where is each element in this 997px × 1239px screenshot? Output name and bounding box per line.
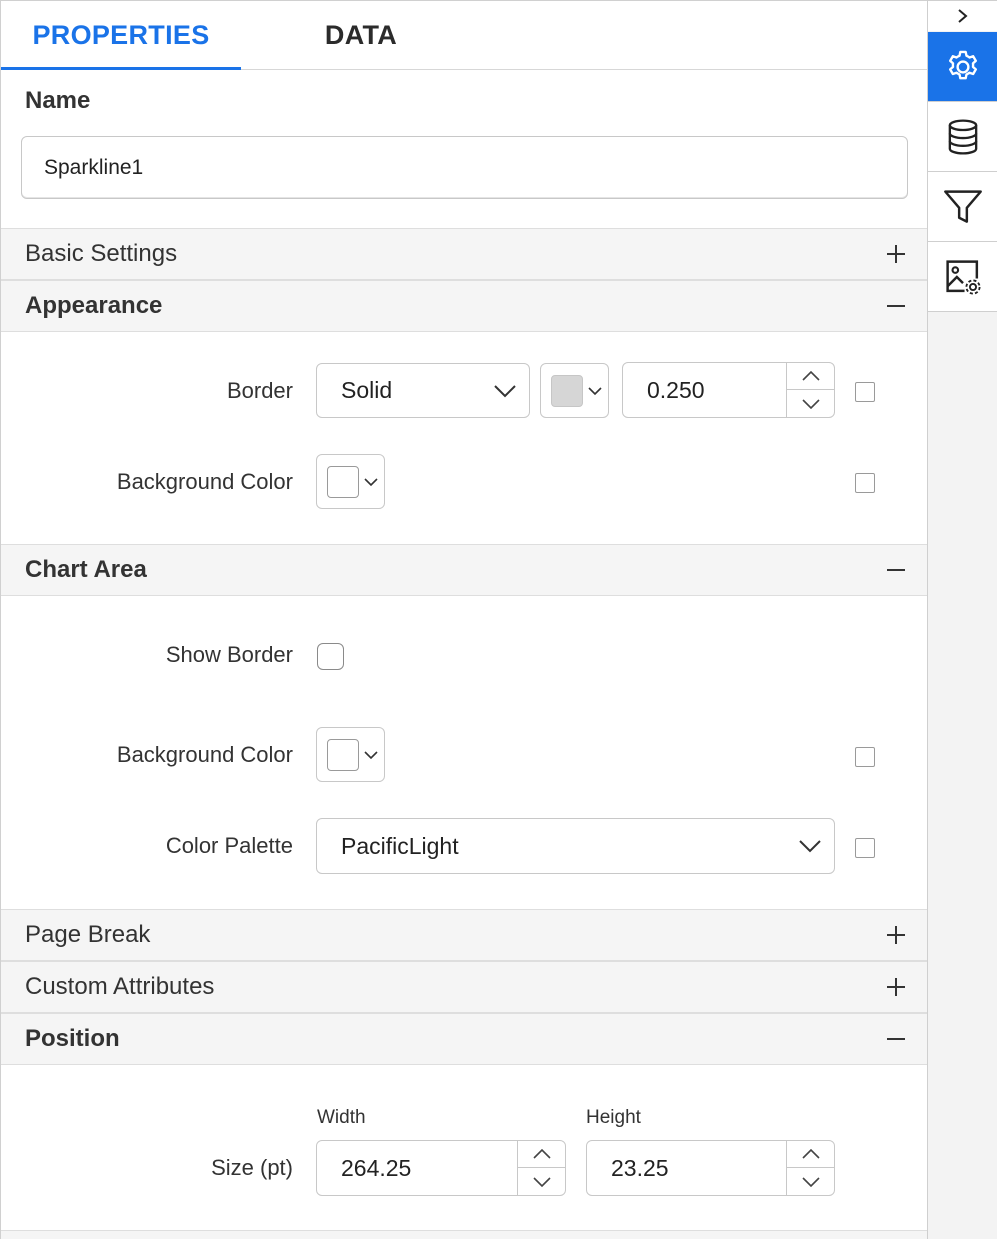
chevron-down-icon [799, 840, 821, 853]
filter-rail-button[interactable] [928, 172, 997, 242]
spin-down-button[interactable] [787, 1168, 834, 1195]
border-override-checkbox[interactable] [855, 382, 875, 402]
width-value: 264.25 [341, 1154, 412, 1181]
image-settings-icon [946, 259, 981, 295]
side-toolbar [927, 0, 997, 1239]
background-color-swatch [327, 466, 359, 498]
border-color-swatch [551, 375, 583, 407]
spin-down-button[interactable] [787, 390, 834, 417]
border-style-value: Solid [341, 377, 393, 403]
plus-icon[interactable] [886, 925, 906, 945]
chart-background-override-checkbox[interactable] [855, 747, 875, 767]
chevron-up-icon [801, 1149, 820, 1159]
minus-icon[interactable] [886, 296, 906, 316]
properties-rail-button[interactable] [928, 32, 997, 102]
tab-data[interactable]: DATA [241, 1, 481, 69]
chart-background-swatch [327, 739, 359, 771]
background-color-picker[interactable] [316, 454, 385, 509]
section-position[interactable]: Position [1, 1013, 927, 1065]
spin-up-button[interactable] [787, 363, 834, 390]
width-spinner [517, 1141, 565, 1195]
chevron-right-icon [958, 9, 968, 23]
spin-up-button[interactable] [787, 1141, 834, 1168]
background-override-checkbox[interactable] [855, 473, 875, 493]
border-width-value: 0.250 [647, 376, 705, 403]
data-rail-button[interactable] [928, 102, 997, 172]
chart-background-label: Background Color [116, 742, 293, 767]
color-palette-label: Color Palette [165, 833, 293, 858]
section-divider [1, 1230, 927, 1239]
height-input[interactable]: 23.25 [586, 1140, 835, 1196]
section-title: Appearance [25, 292, 163, 319]
width-caption: Width [317, 1107, 366, 1128]
name-label: Name [25, 87, 91, 114]
chevron-down-icon [364, 751, 378, 760]
height-value: 23.25 [611, 1154, 669, 1181]
filter-icon [944, 189, 982, 223]
color-palette-override-checkbox[interactable] [855, 838, 875, 858]
background-color-label: Background Color [116, 469, 293, 494]
chevron-down-icon [532, 1176, 551, 1187]
section-custom-attributes[interactable]: Custom Attributes [1, 961, 927, 1013]
chevron-down-icon [588, 387, 602, 396]
section-appearance[interactable]: Appearance [1, 280, 927, 332]
section-title: Position [25, 1025, 120, 1052]
chevron-down-icon [801, 398, 820, 409]
section-title: Page Break [25, 921, 151, 948]
border-width-input[interactable]: 0.250 [622, 362, 835, 418]
minus-icon[interactable] [886, 1029, 906, 1049]
show-border-label: Show Border [165, 642, 293, 667]
chevron-down-icon [494, 384, 516, 397]
section-chart-area[interactable]: Chart Area [1, 544, 927, 596]
section-title: Custom Attributes [25, 973, 215, 1000]
border-width-spinner [786, 363, 834, 417]
name-input[interactable]: Sparkline1 [21, 136, 908, 199]
border-color-picker[interactable] [540, 363, 609, 418]
chevron-up-icon [801, 371, 820, 381]
plus-icon[interactable] [886, 244, 906, 264]
tab-properties[interactable]: PROPERTIES [1, 1, 241, 70]
tab-bar: PROPERTIES DATA [1, 1, 927, 70]
section-title: Chart Area [25, 556, 147, 583]
gear-icon [948, 50, 978, 79]
color-palette-value: PacificLight [341, 832, 459, 859]
show-border-checkbox[interactable] [317, 643, 344, 670]
plus-icon[interactable] [886, 977, 906, 997]
chart-background-picker[interactable] [316, 727, 385, 782]
border-label: Border [226, 378, 293, 403]
database-icon [948, 118, 978, 155]
spin-up-button[interactable] [518, 1141, 565, 1168]
spin-down-button[interactable] [518, 1168, 565, 1195]
section-page-break[interactable]: Page Break [1, 909, 927, 961]
collapse-panel-button[interactable] [928, 1, 997, 31]
height-spinner [786, 1141, 834, 1195]
chevron-down-icon [801, 1176, 820, 1187]
properties-panel: PROPERTIES DATA Name Sparkline1 Basic Se… [0, 0, 927, 1239]
color-palette-dropdown[interactable]: PacificLight [316, 818, 835, 874]
size-label: Size (pt) [211, 1155, 293, 1180]
chevron-down-icon [364, 478, 378, 487]
border-style-dropdown[interactable]: Solid [316, 363, 530, 418]
chevron-up-icon [532, 1149, 551, 1159]
section-basic-settings[interactable]: Basic Settings [1, 228, 927, 280]
image-settings-rail-button[interactable] [928, 242, 997, 312]
section-title: Basic Settings [25, 240, 178, 267]
width-input[interactable]: 264.25 [316, 1140, 566, 1196]
minus-icon[interactable] [886, 560, 906, 580]
height-caption: Height [586, 1107, 641, 1128]
